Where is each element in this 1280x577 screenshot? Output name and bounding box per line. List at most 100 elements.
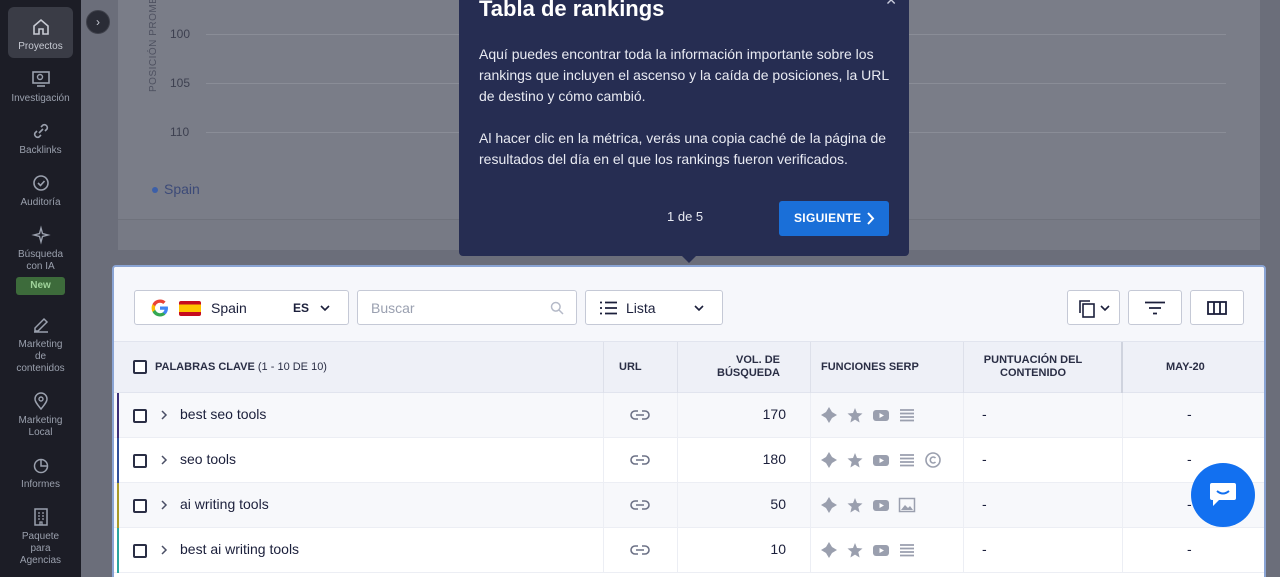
image-icon[interactable] xyxy=(898,496,916,514)
sidebar-item-investigacion[interactable]: Investigación xyxy=(0,69,81,105)
search-volume: 10 xyxy=(770,541,786,557)
country-code: ES xyxy=(293,301,310,315)
star-icon[interactable] xyxy=(846,406,864,424)
chevron-right-icon[interactable] xyxy=(160,499,168,511)
next-button[interactable]: SIGUIENTE xyxy=(779,201,889,236)
next-button-label: SIGUIENTE xyxy=(794,211,862,225)
featured-snippet-icon[interactable] xyxy=(820,451,838,469)
filter-icon xyxy=(1145,301,1165,315)
header-url[interactable]: URL xyxy=(619,361,642,374)
country-selector[interactable]: Spain ES xyxy=(134,290,349,325)
link-icon[interactable] xyxy=(630,453,650,467)
popup-paragraph-2: Al hacer clic en la métrica, verás una c… xyxy=(479,130,887,167)
list-icon[interactable] xyxy=(898,541,916,559)
chart-legend[interactable]: Spain xyxy=(152,181,200,197)
keyword-text[interactable]: best seo tools xyxy=(180,406,266,422)
keyword-text[interactable]: ai writing tools xyxy=(180,496,269,512)
link-icon[interactable] xyxy=(630,408,650,422)
new-badge: New xyxy=(16,277,65,295)
chevron-right-icon xyxy=(867,212,875,225)
video-icon[interactable] xyxy=(872,406,890,424)
filter-button[interactable] xyxy=(1128,290,1182,325)
star-icon[interactable] xyxy=(846,451,864,469)
rankings-table-card: Spain ES Buscar Lista PALABRAS CLAVE (1 … xyxy=(112,265,1266,577)
featured-snippet-icon[interactable] xyxy=(820,406,838,424)
link-icon[interactable] xyxy=(630,498,650,512)
view-label: Lista xyxy=(626,300,656,316)
popup-paragraph-1: Aquí puedes encontrar toda la informació… xyxy=(479,46,889,104)
video-icon[interactable] xyxy=(872,496,890,514)
close-icon[interactable]: ✕ xyxy=(885,0,897,9)
row-checkbox[interactable] xyxy=(133,409,147,423)
header-date[interactable]: MAY-20 xyxy=(1166,361,1205,374)
copyright-icon[interactable] xyxy=(924,451,942,469)
sidebar-item-label: Búsqueda con IA xyxy=(17,249,64,272)
sidebar-item-proyectos[interactable]: Proyectos xyxy=(8,7,73,58)
chevron-down-icon xyxy=(320,305,330,312)
date-position[interactable]: - xyxy=(1187,451,1192,467)
sidebar-collapse-button[interactable]: › xyxy=(86,10,110,34)
copy-button[interactable] xyxy=(1067,290,1120,325)
header-volume[interactable]: VOL. DE BÚSQUEDA xyxy=(686,354,780,380)
content-score: - xyxy=(982,406,987,422)
chat-button[interactable] xyxy=(1191,463,1255,527)
table-row[interactable]: seo tools 180 - - xyxy=(114,438,1264,483)
link-icon[interactable] xyxy=(630,543,650,557)
sidebar-item-label: Informes xyxy=(21,479,60,490)
copy-icon xyxy=(1079,300,1095,318)
legend-dot xyxy=(152,187,158,194)
keyword-text[interactable]: best ai writing tools xyxy=(180,541,299,557)
sidebar-item-agencias[interactable]: Paquete para Agencias xyxy=(0,507,81,567)
table-row[interactable]: ai writing tools 50 - - xyxy=(114,483,1264,528)
row-checkbox[interactable] xyxy=(133,454,147,468)
video-icon[interactable] xyxy=(872,541,890,559)
sidebar-item-label: Marketing Local xyxy=(18,415,63,438)
chevron-right-icon[interactable] xyxy=(160,409,168,421)
column-separator xyxy=(810,393,811,438)
sidebar-item-marketing-contenidos[interactable]: Marketing de contenidos xyxy=(0,315,81,375)
chevron-right-icon[interactable] xyxy=(160,454,168,466)
sidebar-item-backlinks[interactable]: Backlinks xyxy=(0,121,81,157)
star-icon[interactable] xyxy=(846,496,864,514)
row-checkbox[interactable] xyxy=(133,499,147,513)
list-icon[interactable] xyxy=(898,451,916,469)
sidebar-item-marketing-local[interactable]: Marketing Local xyxy=(0,391,81,439)
table-row[interactable]: best seo tools 170 - - xyxy=(114,393,1264,438)
table-header: PALABRAS CLAVE (1 - 10 DE 10) URL VOL. D… xyxy=(114,341,1264,394)
chevron-right-icon[interactable] xyxy=(160,544,168,556)
content-score: - xyxy=(982,451,987,467)
check-circle-icon xyxy=(32,175,49,191)
pie-chart-icon xyxy=(33,458,48,474)
sidebar-item-auditoria[interactable]: Auditoría xyxy=(0,173,81,209)
serp-features xyxy=(820,541,950,561)
sidebar-item-busqueda-ia[interactable]: Búsqueda con IA xyxy=(0,225,81,273)
column-separator xyxy=(1122,483,1123,528)
list-icon[interactable] xyxy=(898,406,916,424)
sidebar-item-label: Backlinks xyxy=(19,145,62,156)
featured-snippet-icon[interactable] xyxy=(820,496,838,514)
featured-snippet-icon[interactable] xyxy=(820,541,838,559)
view-selector[interactable]: Lista xyxy=(585,290,723,325)
header-serp[interactable]: FUNCIONES SERP xyxy=(821,361,919,374)
video-icon[interactable] xyxy=(872,451,890,469)
column-separator xyxy=(963,528,964,573)
keyword-text[interactable]: seo tools xyxy=(180,451,236,467)
columns-button[interactable] xyxy=(1190,290,1244,325)
select-all-checkbox[interactable] xyxy=(133,360,147,374)
date-position[interactable]: - xyxy=(1187,541,1192,557)
header-volume-line1: VOL. DE xyxy=(735,354,780,366)
row-checkbox[interactable] xyxy=(133,544,147,558)
search-input[interactable]: Buscar xyxy=(357,290,577,325)
y-tick: 100 xyxy=(170,27,191,41)
header-content-score[interactable]: PUNTUACIÓN DEL CONTENIDO xyxy=(964,354,1102,380)
header-keywords[interactable]: PALABRAS CLAVE (1 - 10 DE 10) xyxy=(155,361,327,374)
date-position[interactable]: - xyxy=(1187,406,1192,422)
column-separator xyxy=(1122,528,1123,573)
sidebar: Proyectos Investigación Backlinks Audito… xyxy=(0,0,81,577)
star-icon[interactable] xyxy=(846,541,864,559)
sidebar-item-informes[interactable]: Informes xyxy=(0,455,81,491)
header-keywords-label: PALABRAS CLAVE xyxy=(155,361,255,373)
y-axis-title: POSICIÓN PROMEDIO xyxy=(148,0,159,92)
table-row[interactable]: best ai writing tools 10 - - xyxy=(114,528,1264,573)
content-score: - xyxy=(982,541,987,557)
